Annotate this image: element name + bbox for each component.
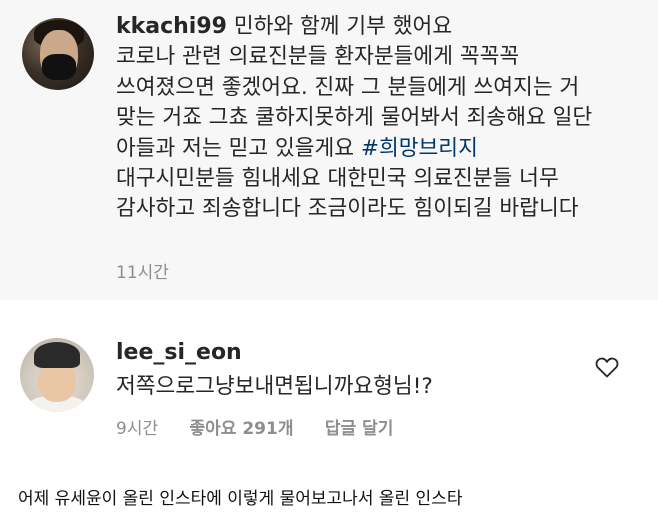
comment-timestamp: 11시간 xyxy=(116,263,169,283)
comment-line: 대구시민분들 힘내세요 대한민국 의료진분들 너무 xyxy=(116,166,559,192)
comment-line: 아들과 저는 믿고 있을게요 #희망브리지 xyxy=(116,135,478,161)
comment-line: 코로나 관련 의료진분들 환자분들에게 꼭꼭꼭 xyxy=(116,44,520,70)
comment-timestamp: 9시간 xyxy=(116,419,159,439)
caption-text: 어제 유세윤이 올린 인스타에 이렇게 물어보고나서 올린 인스타 xyxy=(18,489,463,509)
comment-text: 저쪽으로그냥보내면됩니까요형님!? xyxy=(116,374,433,399)
username[interactable]: kkachi99 xyxy=(116,14,227,39)
avatar[interactable] xyxy=(20,338,94,412)
comment-line: 감사하고 죄송합니다 조금이라도 힘이되길 바랍니다 xyxy=(116,196,579,222)
avatar[interactable] xyxy=(22,18,94,90)
hashtag-link[interactable]: #희망브리지 xyxy=(361,136,478,161)
heart-outline-icon[interactable] xyxy=(595,356,619,378)
comment-body: kkachi99 민하와 함께 기부 했어요 코로나 관련 의료진분들 환자분들… xyxy=(116,12,592,225)
comment-line: 맞는 거죠 그쵸 쿨하지못하게 물어봐서 죄송해요 일단 xyxy=(116,105,593,131)
comment-first-line: kkachi99 민하와 함께 기부 했어요 xyxy=(116,14,453,39)
username[interactable]: lee_si_eon xyxy=(116,340,242,365)
reply-link[interactable]: 답글 달기 xyxy=(325,419,393,439)
comment-meta: 9시간 좋아요 291개 답글 달기 xyxy=(116,414,419,439)
likes-count-link[interactable]: 좋아요 291개 xyxy=(190,419,294,439)
comment-line: 쓰여졌으면 좋겠어요. 진짜 그 분들에게 쓰여지는 거 xyxy=(116,74,580,100)
